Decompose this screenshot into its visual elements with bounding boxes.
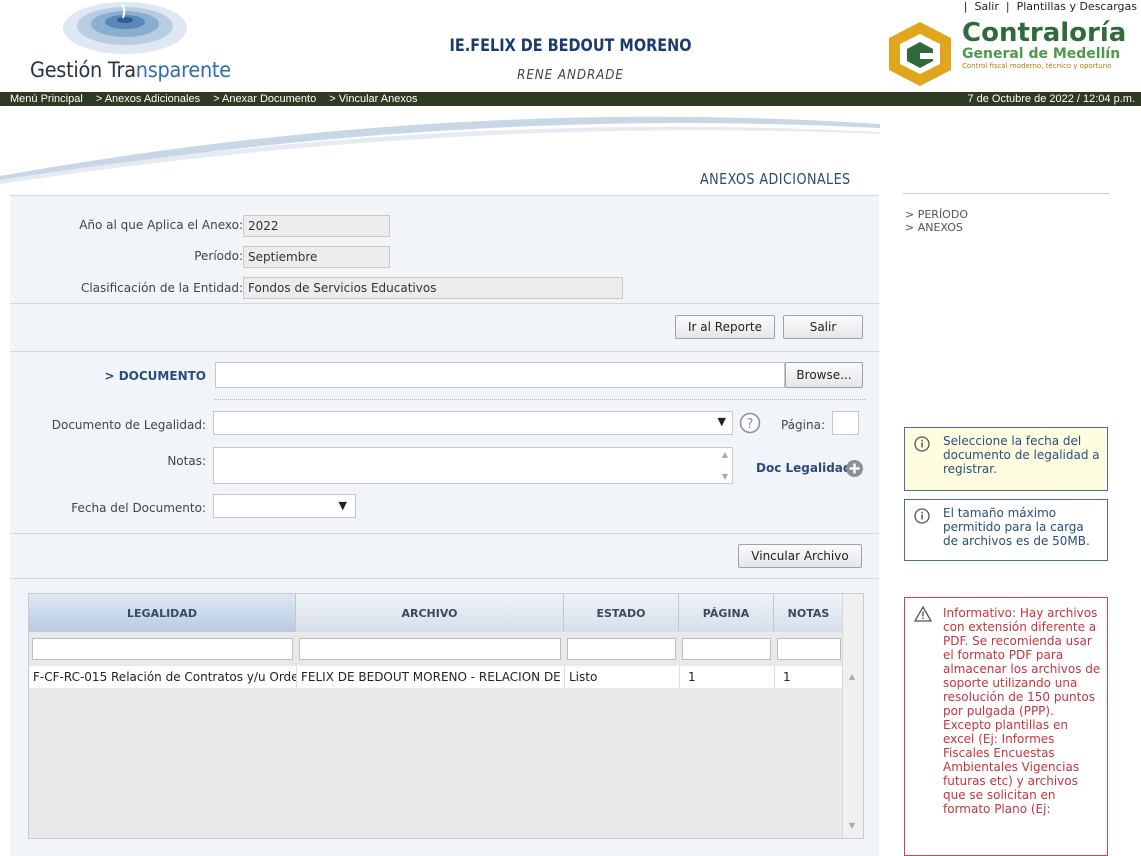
ir-reporte-button[interactable]: Ir al Reporte	[675, 315, 775, 339]
documento-file-input[interactable]	[215, 362, 785, 388]
anio-label: Año al que Aplica el Anexo:	[79, 218, 243, 232]
plantillas-link[interactable]: Plantillas y Descargas	[1017, 0, 1137, 13]
clasificacion-label: Clasificación de la Entidad:	[80, 281, 243, 295]
info-box-fecha-text: Seleccione la fecha del documento de leg…	[943, 434, 1100, 476]
side-link-periodo[interactable]: > PERÍODO	[905, 208, 968, 221]
anexos-table: LEGALIDAD ARCHIVO ESTADO PÁGINA NOTAS F-…	[28, 593, 864, 839]
page-title: ANEXOS ADICIONALES	[700, 170, 851, 188]
periodo-label: Período:	[194, 249, 243, 263]
vincular-archivo-button[interactable]: Vincular Archivo	[738, 544, 862, 568]
info-box-fecha: Seleccione la fecha del documento de leg…	[904, 427, 1108, 491]
help-icon[interactable]: ?	[739, 412, 761, 434]
cell-legalidad[interactable]: F-CF-RC-015 Relación de Contratos y/u Or…	[29, 666, 296, 688]
chevron-down-icon: ▼	[717, 415, 726, 428]
warning-box-text: Informativo: Hay archivos con extensión …	[943, 606, 1101, 816]
doc-legalidad-link[interactable]: Doc Legalidad	[756, 461, 851, 475]
table-scrollbar[interactable]: ▲ ▼	[842, 594, 863, 838]
crumb-menu-principal[interactable]: Menú Principal	[10, 93, 83, 105]
warning-icon	[914, 606, 932, 622]
svg-text:?: ?	[747, 417, 754, 432]
pagina-label: Página:	[780, 418, 825, 432]
breadcrumb: Menú Principal > Anexos Adicionales > An…	[10, 92, 427, 106]
salir-button[interactable]: Salir	[783, 315, 863, 339]
cell-pagina[interactable]: 1	[679, 666, 774, 688]
scroll-down-icon[interactable]: ▼	[849, 821, 855, 830]
column-header-notas[interactable]: NOTAS	[774, 594, 844, 632]
side-link-anexos[interactable]: > ANEXOS	[905, 221, 963, 234]
scroll-down-icon[interactable]: ▼	[722, 472, 728, 481]
fecha-label: Fecha del Documento:	[71, 501, 206, 515]
top-links: | Salir | Plantillas y Descargas	[963, 0, 1137, 13]
info-box-tamano: El tamaño máximo permitido para la carga…	[904, 499, 1108, 561]
contraloria-subtitle: General de Medellín	[962, 46, 1121, 62]
cell-archivo[interactable]: FELIX DE BEDOUT MORENO - RELACION DE CON…	[296, 666, 564, 688]
breadcrumb-bar: Menú Principal > Anexos Adicionales > An…	[0, 92, 1141, 106]
fecha-select[interactable]: ▼	[213, 494, 356, 518]
info-icon	[914, 436, 930, 452]
cell-notas[interactable]: 1	[774, 666, 844, 688]
clasificacion-field: Fondos de Servicios Educativos	[243, 277, 623, 299]
salir-link[interactable]: Salir	[975, 0, 999, 13]
contraloria-name: Contraloría	[962, 18, 1127, 48]
scroll-up-icon[interactable]: ▲	[722, 450, 728, 459]
chevron-down-icon: ▼	[338, 499, 347, 512]
notas-textarea[interactable]: ▲ ▼	[213, 447, 733, 484]
notas-label: Notas:	[167, 454, 206, 468]
info-icon	[914, 508, 930, 524]
doc-legalidad-label: Documento de Legalidad:	[51, 418, 206, 432]
scroll-up-icon[interactable]: ▲	[849, 672, 855, 681]
column-header-legalidad[interactable]: LEGALIDAD	[29, 594, 296, 632]
info-box-tamano-text: El tamaño máximo permitido para la carga…	[943, 506, 1090, 548]
column-header-pagina[interactable]: PÁGINA	[679, 594, 774, 632]
warning-box: Informativo: Hay archivos con extensión …	[904, 597, 1108, 856]
anio-field: 2022	[243, 215, 390, 237]
add-circle-icon[interactable]	[845, 459, 864, 478]
periodo-field: Septiembre	[243, 246, 390, 268]
contraloria-logo	[889, 22, 951, 86]
filter-estado[interactable]	[567, 638, 676, 660]
current-date: 7 de Octubre de 2022 / 12:04 p.m.	[967, 93, 1135, 105]
column-header-archivo[interactable]: ARCHIVO	[296, 594, 564, 632]
filter-archivo[interactable]	[299, 638, 561, 660]
documento-label: > DOCUMENTO	[104, 369, 206, 383]
crumb-anexos-adicionales[interactable]: > Anexos Adicionales	[96, 93, 200, 105]
filter-notas[interactable]	[777, 638, 841, 660]
cell-estado[interactable]: Listo	[564, 666, 679, 688]
crumb-anexar-documento[interactable]: > Anexar Documento	[213, 93, 316, 105]
contraloria-tagline: Control fiscal moderno, técnico y oportu…	[962, 62, 1112, 70]
column-header-estado[interactable]: ESTADO	[564, 594, 679, 632]
doc-legalidad-select[interactable]: ▼	[213, 411, 733, 435]
filter-pagina[interactable]	[682, 638, 771, 660]
filter-legalidad[interactable]	[32, 638, 293, 660]
crumb-vincular-anexos[interactable]: > Vincular Anexos	[329, 93, 417, 105]
browse-button[interactable]: Browse...	[785, 362, 863, 388]
doc-legalidad-link-label: Doc Legalidad	[756, 461, 852, 475]
pagina-input[interactable]	[832, 411, 859, 435]
